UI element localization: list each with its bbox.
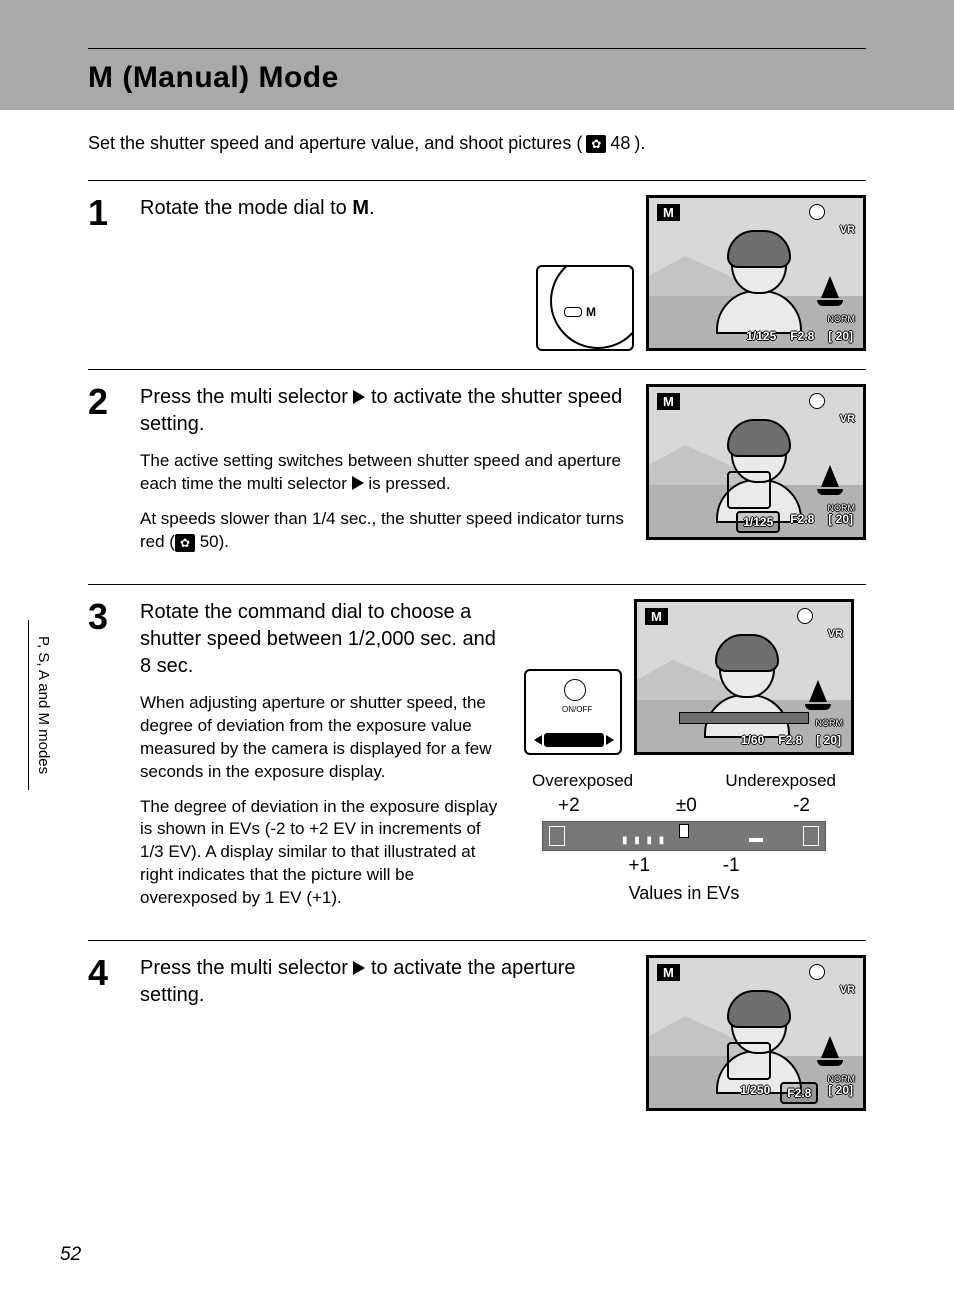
- macro-icon: [797, 608, 813, 624]
- step3-desc1: When adjusting aperture or shutter speed…: [140, 692, 500, 784]
- title-rule: [88, 48, 866, 49]
- ev-caption: Values in EVs: [514, 883, 854, 904]
- step-number: 3: [88, 599, 122, 922]
- step2-desc1: The active setting switches between shut…: [140, 450, 632, 496]
- ev-plus2: +2: [558, 795, 580, 817]
- vr-badge: VR: [828, 628, 843, 640]
- step3-desc2: The degree of deviation in the exposure …: [140, 796, 500, 911]
- mode-badge: M: [657, 204, 680, 221]
- command-dial-illustration: ON/OFF: [524, 669, 622, 755]
- quality-badge: NORM: [828, 314, 856, 324]
- lcd-preview-2: M VR NORM 1/125 F2.8 [ 20]: [646, 384, 866, 540]
- step-title: Press the multi selector to activate the…: [140, 955, 632, 1009]
- aperture-value: F2.8: [786, 511, 818, 533]
- step-title: Rotate the mode dial to M.: [140, 195, 522, 222]
- vr-badge: VR: [840, 224, 855, 236]
- vr-badge: VR: [840, 413, 855, 425]
- ev-minus1: -1: [723, 855, 740, 877]
- mode-badge: M: [657, 393, 680, 410]
- lcd-preview-4: M VR NORM 1/250 F2.8 [ 20]: [646, 955, 866, 1111]
- shutter-value: 1/250: [736, 1082, 774, 1104]
- xref-icon: ✿: [175, 534, 195, 552]
- ev-zero: ±0: [676, 795, 697, 817]
- step-4: 4 Press the multi selector to activate t…: [88, 940, 866, 1129]
- intro-b: ).: [634, 133, 645, 154]
- mode-badge: M: [657, 964, 680, 981]
- remaining-value: [ 20]: [812, 732, 845, 748]
- right-arrow-icon: [352, 476, 364, 490]
- af-frame: [727, 471, 771, 509]
- step-number: 1: [88, 195, 122, 351]
- step-2: 2 Press the multi selector to activate t…: [88, 369, 866, 584]
- shutter-value: 1/125: [742, 328, 780, 344]
- intro-a: Set the shutter speed and aperture value…: [88, 133, 582, 154]
- lcd-preview-1: M VR NORM 1/125 F2.8 [ 20]: [646, 195, 866, 351]
- aperture-value-highlighted: F2.8: [780, 1082, 818, 1104]
- page-number: 52: [60, 1244, 81, 1266]
- aperture-value: F2.8: [774, 732, 806, 748]
- remaining-value: [ 20]: [824, 511, 857, 533]
- mode-badge: M: [645, 608, 668, 625]
- step4-title-a: Press the multi selector: [140, 957, 353, 979]
- vr-badge: VR: [840, 984, 855, 996]
- step-title: Press the multi selector to activate the…: [140, 384, 632, 438]
- macro-icon: [809, 393, 825, 409]
- ev-plus1: +1: [628, 855, 650, 877]
- step1-title-bold: M: [352, 197, 369, 219]
- mode-dial-illustration: M: [536, 265, 634, 351]
- step2-title-a: Press the multi selector: [140, 386, 353, 408]
- step-number: 2: [88, 384, 122, 566]
- af-frame: [727, 1042, 771, 1080]
- ev-over-label: Overexposed: [532, 771, 633, 791]
- intro-ref: 48: [610, 133, 630, 154]
- page-title: M (Manual) Mode: [88, 57, 866, 113]
- step-number: 4: [88, 955, 122, 1111]
- right-arrow-icon: [353, 961, 365, 975]
- onoff-label: ON/OFF: [562, 705, 592, 714]
- right-arrow-icon: [353, 390, 365, 404]
- step1-title-a: Rotate the mode dial to: [140, 197, 352, 219]
- step-1: 1 Rotate the mode dial to M. M: [88, 180, 866, 369]
- dial-letter-m: M: [586, 305, 596, 319]
- shutter-value-highlighted: 1/125: [736, 511, 780, 533]
- ev-bar: ▮ ▮ ▮ ▮: [542, 821, 826, 851]
- remaining-value: [ 20]: [824, 1082, 857, 1104]
- shutter-value: 1/60: [737, 732, 768, 748]
- exposure-strip: [679, 712, 809, 724]
- lcd-preview-3: M VR NORM 1/60 F2.8 [ 20]: [634, 599, 854, 755]
- step1-title-b: .: [369, 197, 375, 219]
- ev-under-label: Underexposed: [725, 771, 836, 791]
- ev-diagram: Overexposed Underexposed +2 ±0 -2 ▮ ▮ ▮ …: [514, 771, 854, 904]
- quality-badge: NORM: [816, 718, 844, 728]
- intro-text: Set the shutter speed and aperture value…: [88, 133, 866, 154]
- step2-desc2: At speeds slower than 1/4 sec., the shut…: [140, 508, 632, 554]
- ev-minus2: -2: [793, 795, 810, 817]
- step-3: 3 Rotate the command dial to choose a sh…: [88, 584, 866, 940]
- aperture-value: F2.8: [786, 328, 818, 344]
- remaining-value: [ 20]: [824, 328, 857, 344]
- macro-icon: [809, 204, 825, 220]
- page-content: M (Manual) Mode Set the shutter speed an…: [0, 0, 954, 1189]
- section-tab: P, S, A and M modes: [28, 620, 58, 790]
- xref-icon: ✿: [586, 135, 606, 153]
- step-title: Rotate the command dial to choose a shut…: [140, 599, 500, 680]
